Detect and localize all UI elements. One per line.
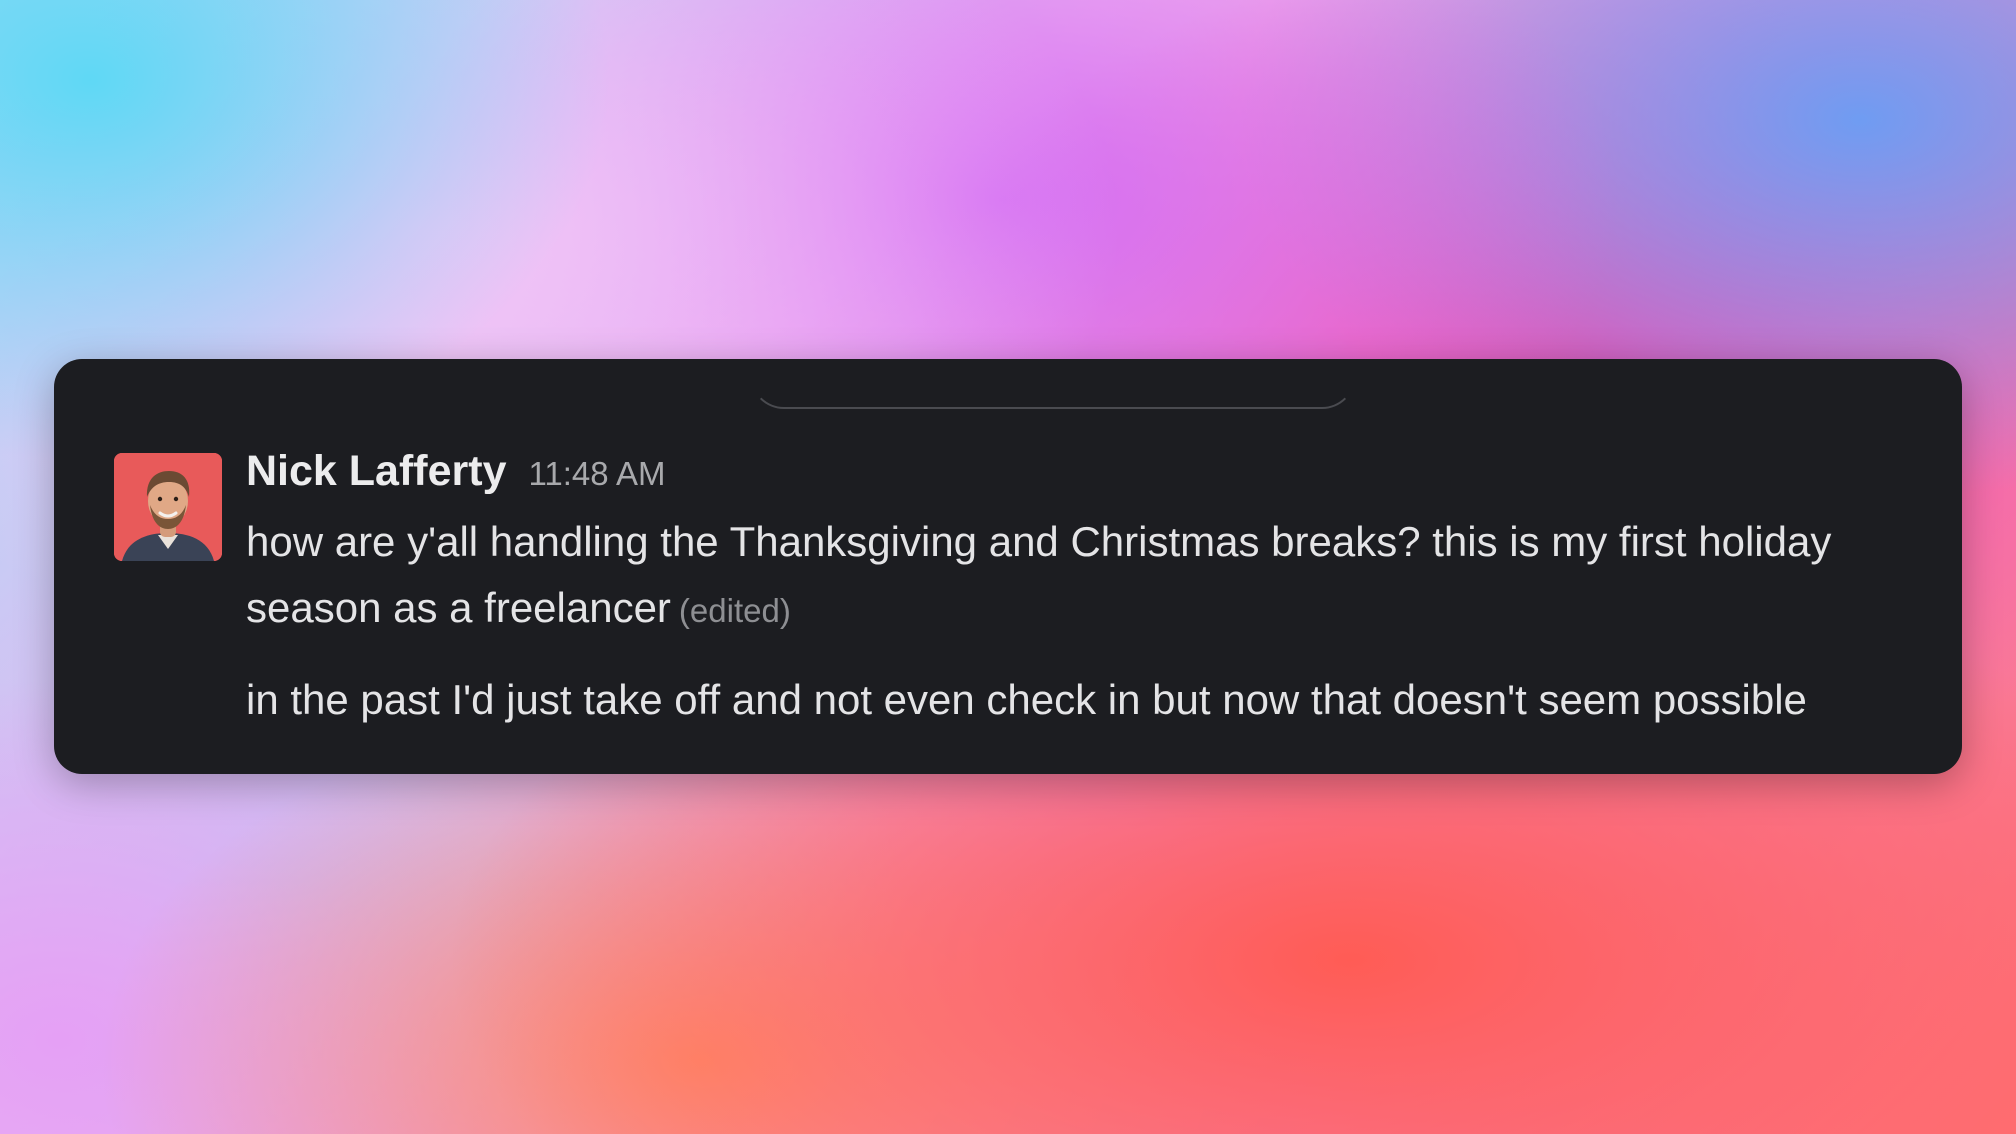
message-paragraph: in the past I'd just take off and not ev… bbox=[246, 667, 1966, 733]
drag-handle[interactable] bbox=[750, 359, 1356, 409]
author-name[interactable]: Nick Lafferty bbox=[246, 447, 506, 495]
user-photo-icon bbox=[114, 453, 222, 561]
message-text: in the past I'd just take off and not ev… bbox=[246, 676, 1807, 723]
message-paragraph: how are y'all handling the Thanksgiving … bbox=[246, 509, 1966, 644]
message-timestamp[interactable]: 11:48 AM bbox=[528, 455, 665, 492]
edited-label: (edited) bbox=[678, 592, 791, 629]
avatar[interactable] bbox=[114, 453, 222, 561]
message-body: how are y'all handling the Thanksgiving … bbox=[246, 509, 1966, 733]
message-card: Nick Lafferty 11:48 AM how are y'all hand… bbox=[54, 359, 1962, 774]
message-text: how are y'all handling the Thanksgiving … bbox=[246, 518, 1832, 631]
message-header: Nick Lafferty 11:48 AM bbox=[246, 447, 665, 507]
